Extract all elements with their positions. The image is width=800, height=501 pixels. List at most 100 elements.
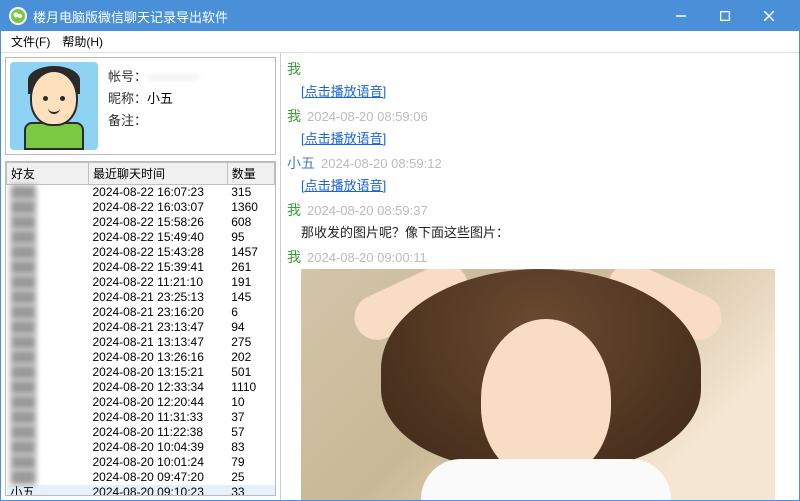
acct-label: 帐号： (108, 66, 147, 88)
table-row[interactable]: ███2024-08-20 12:20:4410 (7, 395, 275, 410)
col-friend[interactable]: 好友 (7, 163, 89, 185)
cell-count: 37 (227, 410, 274, 425)
table-row[interactable]: ███2024-08-20 11:22:3857 (7, 425, 275, 440)
cell-count: 6 (227, 305, 274, 320)
cell-count: 33 (227, 485, 274, 496)
table-row[interactable]: ███2024-08-21 23:25:13145 (7, 290, 275, 305)
cell-time: 2024-08-20 10:01:24 (88, 455, 227, 470)
sender-name: 我 (287, 249, 301, 265)
cell-friend: ███ (7, 335, 89, 350)
table-row[interactable]: ███2024-08-21 23:13:4794 (7, 320, 275, 335)
play-voice-link[interactable]: [点击播放语音] (301, 178, 386, 193)
chat-message: 我[点击播放语音] (287, 59, 793, 100)
table-row[interactable]: ███2024-08-20 10:01:2479 (7, 455, 275, 470)
cell-count: 501 (227, 365, 274, 380)
chat-message: 我2024-08-20 08:59:06[点击播放语音] (287, 106, 793, 147)
table-row[interactable]: ███2024-08-20 10:04:3983 (7, 440, 275, 455)
nick-label: 昵称： (108, 88, 147, 110)
acct-value: ———— (147, 66, 199, 88)
cell-time: 2024-08-20 12:33:34 (88, 380, 227, 395)
cell-time: 2024-08-22 15:43:28 (88, 245, 227, 260)
cell-time: 2024-08-22 16:07:23 (88, 185, 227, 201)
cell-friend: ███ (7, 425, 89, 440)
cell-friend: ███ (7, 275, 89, 290)
cell-count: 275 (227, 335, 274, 350)
message-timestamp: 2024-08-20 08:59:06 (307, 109, 428, 124)
table-row[interactable]: ███2024-08-21 13:13:47275 (7, 335, 275, 350)
cell-friend: ███ (7, 320, 89, 335)
table-row[interactable]: ███2024-08-22 16:07:23315 (7, 185, 275, 201)
table-row[interactable]: ███2024-08-20 13:26:16202 (7, 350, 275, 365)
cell-friend: ███ (7, 215, 89, 230)
table-row[interactable]: ███2024-08-22 15:39:41261 (7, 260, 275, 275)
cell-time: 2024-08-22 15:49:40 (88, 230, 227, 245)
cell-count: 1360 (227, 200, 274, 215)
table-row[interactable]: ███2024-08-21 23:16:206 (7, 305, 275, 320)
sender-name: 小五 (287, 155, 315, 171)
col-count[interactable]: 数量 (227, 163, 274, 185)
cell-time: 2024-08-21 23:16:20 (88, 305, 227, 320)
message-timestamp: 2024-08-20 08:59:37 (307, 203, 428, 218)
menu-file[interactable]: 文件(F) (5, 31, 56, 52)
nick-value: 小五 (147, 88, 173, 110)
cell-time: 2024-08-20 13:26:16 (88, 350, 227, 365)
table-row[interactable]: ███2024-08-22 15:58:26608 (7, 215, 275, 230)
cell-count: 608 (227, 215, 274, 230)
message-image[interactable] (301, 269, 775, 500)
cell-count: 315 (227, 185, 274, 201)
table-row[interactable]: ███2024-08-20 12:33:341110 (7, 380, 275, 395)
cell-time: 2024-08-20 10:04:39 (88, 440, 227, 455)
play-voice-link[interactable]: [点击播放语音] (301, 84, 386, 99)
message-timestamp: 2024-08-20 09:00:11 (307, 250, 427, 265)
note-label: 备注： (108, 110, 147, 132)
message-text: 那收发的图片呢？像下面这些图片： (301, 222, 793, 241)
cell-friend: ███ (7, 185, 89, 201)
close-button[interactable] (747, 1, 791, 31)
cell-friend: ███ (7, 200, 89, 215)
minimize-button[interactable] (659, 1, 703, 31)
cell-friend: ███ (7, 440, 89, 455)
cell-time: 2024-08-22 16:03:07 (88, 200, 227, 215)
maximize-button[interactable] (703, 1, 747, 31)
cell-friend: ███ (7, 350, 89, 365)
cell-time: 2024-08-22 15:58:26 (88, 215, 227, 230)
cell-friend: ███ (7, 305, 89, 320)
cell-time: 2024-08-20 11:22:38 (88, 425, 227, 440)
cell-time: 2024-08-20 09:10:23 (88, 485, 227, 496)
cell-count: 94 (227, 320, 274, 335)
table-row[interactable]: ███2024-08-22 15:49:4095 (7, 230, 275, 245)
play-voice-link[interactable]: [点击播放语音] (301, 131, 386, 146)
cell-count: 202 (227, 350, 274, 365)
table-row[interactable]: ███2024-08-20 09:47:2025 (7, 470, 275, 485)
table-row[interactable]: ███2024-08-22 16:03:071360 (7, 200, 275, 215)
table-row[interactable]: 小五2024-08-20 09:10:2333 (7, 485, 275, 496)
cell-count: 1110 (227, 380, 274, 395)
table-row[interactable]: ███2024-08-20 11:31:3337 (7, 410, 275, 425)
cell-friend: ███ (7, 455, 89, 470)
cell-count: 25 (227, 470, 274, 485)
cell-friend: ███ (7, 470, 89, 485)
cell-time: 2024-08-21 23:25:13 (88, 290, 227, 305)
sender-name: 我 (287, 202, 301, 218)
cell-friend: ███ (7, 260, 89, 275)
cell-count: 10 (227, 395, 274, 410)
cell-time: 2024-08-22 11:21:10 (88, 275, 227, 290)
table-row[interactable]: ███2024-08-20 13:15:21501 (7, 365, 275, 380)
window-title: 楼月电脑版微信聊天记录导出软件 (33, 7, 659, 26)
cell-count: 57 (227, 425, 274, 440)
cell-count: 95 (227, 230, 274, 245)
cell-time: 2024-08-21 23:13:47 (88, 320, 227, 335)
chat-panel[interactable]: 我[点击播放语音]我2024-08-20 08:59:06[点击播放语音]小五2… (281, 53, 799, 500)
cell-time: 2024-08-20 09:47:20 (88, 470, 227, 485)
cell-count: 79 (227, 455, 274, 470)
cell-count: 1457 (227, 245, 274, 260)
cell-friend: ███ (7, 245, 89, 260)
table-row[interactable]: ███2024-08-22 15:43:281457 (7, 245, 275, 260)
table-row[interactable]: ███2024-08-22 11:21:10191 (7, 275, 275, 290)
menu-help[interactable]: 帮助(H) (56, 31, 109, 52)
profile-panel: 帐号：———— 昵称：小五 备注： (5, 57, 276, 155)
col-lasttime[interactable]: 最近聊天时间 (88, 163, 227, 185)
chat-message: 我 2024-08-20 08:59:37 那收发的图片呢？像下面这些图片： (287, 200, 793, 241)
cell-time: 2024-08-21 13:13:47 (88, 335, 227, 350)
friends-table[interactable]: 好友 最近聊天时间 数量 ███2024-08-22 16:07:23315██… (5, 161, 276, 496)
